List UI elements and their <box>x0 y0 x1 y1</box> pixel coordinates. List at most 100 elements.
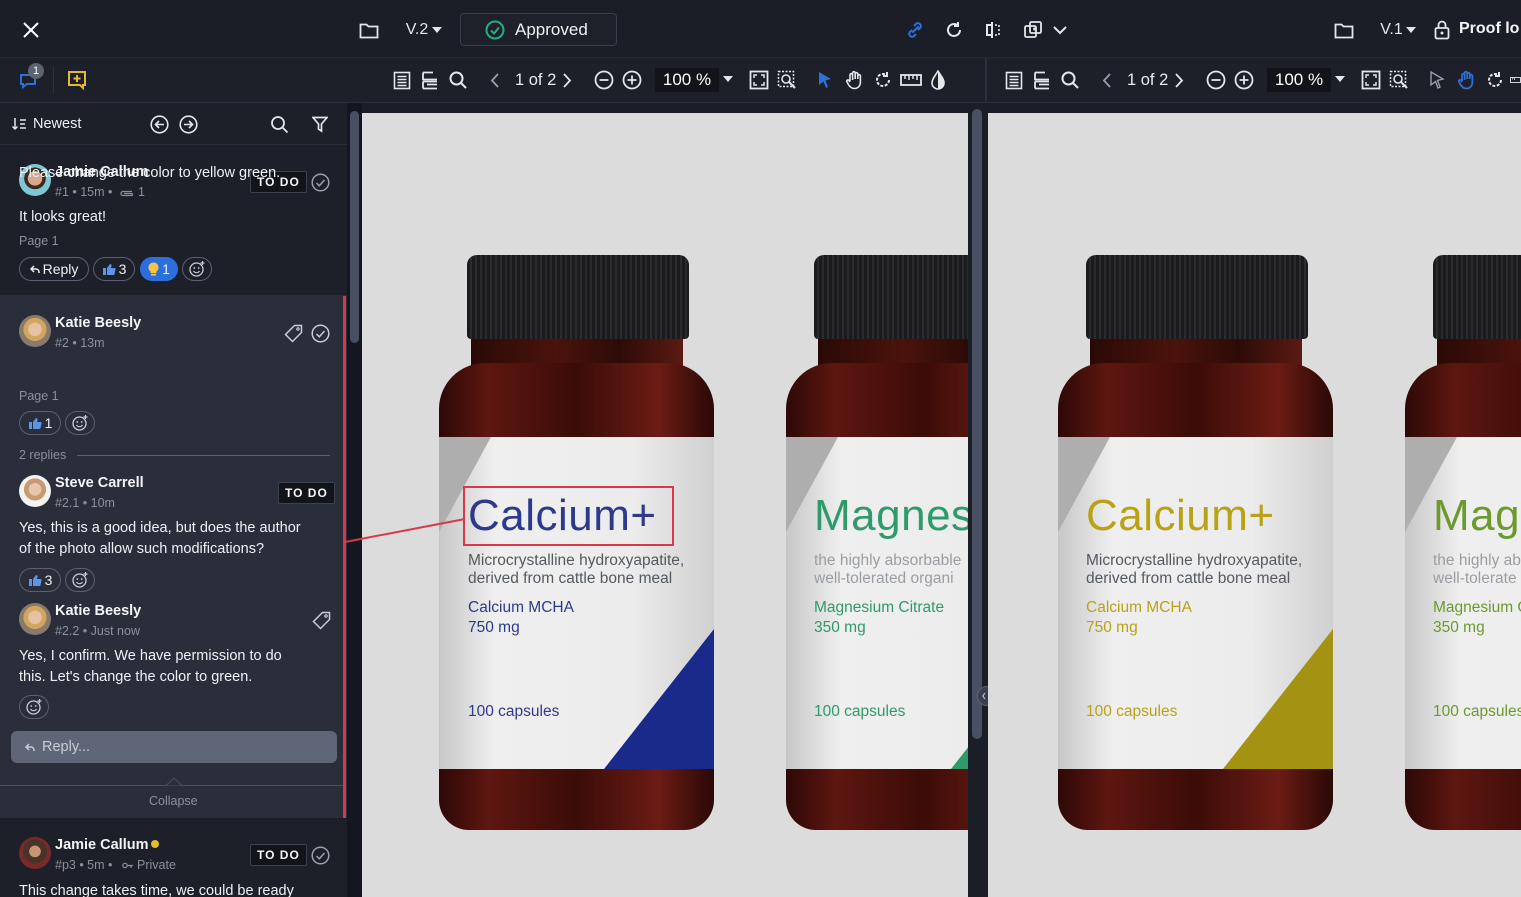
search-comments-button[interactable] <box>269 114 289 134</box>
left-pan-tool[interactable] <box>843 68 867 92</box>
comments-header: Newest <box>0 103 347 145</box>
previous-comment-button[interactable] <box>149 114 169 134</box>
add-comment-button[interactable] <box>64 67 90 93</box>
overlay-compare-icon <box>1024 21 1042 38</box>
right-search-button[interactable] <box>1058 67 1082 93</box>
tag-icon <box>283 324 302 343</box>
magnesium-bottle-image <box>1405 255 1521 830</box>
annotation-rectangle[interactable] <box>463 486 674 546</box>
tag-button[interactable] <box>282 322 304 344</box>
link-button[interactable] <box>903 18 927 42</box>
add-reaction-button[interactable] <box>65 568 95 592</box>
link-icon <box>908 22 922 38</box>
reply-item[interactable]: Katie Beesly #2.2 • Just now Yes, I conf… <box>0 594 347 720</box>
right-thumbnails-button[interactable] <box>1031 67 1053 93</box>
comments-tab[interactable]: 1 <box>14 63 46 94</box>
reaction-thumbs-up[interactable]: 3 <box>19 568 61 592</box>
proof-lock-button[interactable] <box>1432 18 1452 42</box>
refresh-button[interactable] <box>942 18 966 42</box>
status-badge[interactable]: TO DO <box>278 482 335 504</box>
check-circle-icon <box>310 172 330 192</box>
magnesium-bottle-image <box>786 255 968 830</box>
right-document-viewer[interactable]: Calcium+ Microcrystalline hydroxyapatite… <box>988 113 1521 897</box>
right-next-page-button[interactable] <box>1171 69 1187 91</box>
overlay-compare-button[interactable] <box>1021 18 1045 42</box>
left-document-viewer[interactable]: Calcium+ Microcrystalline hydroxyapatite… <box>362 113 968 897</box>
resolve-button[interactable] <box>310 172 330 192</box>
thumbnails-icon <box>422 71 437 89</box>
compare-mode-dropdown[interactable] <box>1050 20 1070 40</box>
left-zoom-input[interactable]: 100 % <box>655 68 719 92</box>
add-reaction-button[interactable] <box>182 257 212 281</box>
left-viewer-scrollbar-thumb[interactable] <box>972 109 982 739</box>
hand-icon <box>1457 70 1474 90</box>
sort-dropdown[interactable]: Newest <box>12 113 81 135</box>
filter-icon <box>312 116 328 133</box>
left-thumbnails-button[interactable] <box>419 67 441 93</box>
reaction-thumbs-up[interactable]: 1 <box>19 411 61 435</box>
right-prev-page-button[interactable] <box>1098 69 1114 91</box>
left-folder-button[interactable] <box>357 18 381 42</box>
right-page-list-button[interactable] <box>1003 67 1025 93</box>
left-zoom-dropdown[interactable] <box>721 72 735 86</box>
right-rotate-tool[interactable] <box>1483 68 1507 92</box>
add-reaction-button[interactable] <box>19 695 49 719</box>
right-zoom-dropdown[interactable] <box>1333 72 1347 86</box>
right-version-dropdown[interactable]: V.1 <box>1378 18 1418 42</box>
right-fit-page-button[interactable] <box>1359 68 1383 92</box>
attachment-count: 1 <box>138 185 145 199</box>
reaction-lightbulb[interactable]: 1 <box>140 257 178 281</box>
reply-item[interactable]: Steve Carrell #2.1 • 10m TO DO Yes, this… <box>0 466 347 594</box>
left-next-page-button[interactable] <box>559 69 575 91</box>
right-zoom-area-button[interactable] <box>1387 68 1411 92</box>
split-divider[interactable] <box>968 103 997 897</box>
right-select-tool[interactable] <box>1426 68 1448 92</box>
approval-status-button[interactable]: Approved <box>460 13 617 46</box>
comment-author: Jamie Callum <box>55 837 149 853</box>
top-bar: V.2 Approved V.1 Proof lo <box>0 0 1521 58</box>
tag-button[interactable] <box>310 609 332 631</box>
left-page-list-button[interactable] <box>391 67 413 93</box>
left-select-tool[interactable] <box>814 68 836 92</box>
right-pan-tool[interactable] <box>1455 68 1479 92</box>
calcium-description-line: derived from cattle bone meal <box>1086 570 1291 587</box>
magnesium-description-line: well-tolerate <box>1433 570 1517 587</box>
left-search-button[interactable] <box>446 67 470 93</box>
resolve-button[interactable] <box>310 323 330 343</box>
close-button[interactable] <box>18 17 44 43</box>
sidebar-scrollbar-thumb[interactable] <box>350 111 359 343</box>
filter-comments-button[interactable] <box>310 114 330 134</box>
compare-split-button[interactable] <box>981 18 1005 42</box>
reply-arrow-icon <box>29 264 40 273</box>
page-list-icon <box>1005 71 1023 89</box>
left-version-dropdown[interactable]: V.2 <box>400 18 448 42</box>
right-measure-tool[interactable] <box>1510 68 1521 92</box>
left-measure-tool[interactable] <box>898 68 924 92</box>
reaction-thumbs-up[interactable]: 3 <box>93 257 135 281</box>
left-rotate-tool[interactable] <box>871 68 895 92</box>
reply-button[interactable]: Reply <box>19 257 89 281</box>
right-zoom-out-button[interactable] <box>1204 68 1228 92</box>
status-badge[interactable]: TO DO <box>250 844 307 866</box>
comment-author: Steve Carrell <box>55 475 144 491</box>
collapse-button[interactable]: Collapse <box>149 794 198 808</box>
calcium-description-line: derived from cattle bone meal <box>468 570 673 587</box>
left-zoom-in-button[interactable] <box>620 68 644 92</box>
left-zoom-out-button[interactable] <box>592 68 616 92</box>
left-zoom-area-button[interactable] <box>775 68 799 92</box>
right-folder-button[interactable] <box>1332 18 1356 42</box>
hand-icon <box>845 70 862 90</box>
left-prev-page-button[interactable] <box>486 69 502 91</box>
left-color-tool[interactable] <box>927 68 949 92</box>
next-comment-button[interactable] <box>178 114 198 134</box>
add-reaction-button[interactable] <box>65 411 95 435</box>
comment-item[interactable]: Jamie Callum #p3 • 5m • Private TO DO Th… <box>0 818 347 897</box>
reply-input[interactable]: Reply... <box>11 731 337 763</box>
comment-item[interactable]: Katie Beesly #2 • 13m Please change the … <box>0 165 347 466</box>
search-icon <box>449 71 467 89</box>
right-zoom-input[interactable]: 100 % <box>1267 68 1331 92</box>
right-zoom-in-button[interactable] <box>1232 68 1256 92</box>
left-fit-page-button[interactable] <box>747 68 771 92</box>
replies-count[interactable]: 2 replies <box>19 448 66 462</box>
resolve-button[interactable] <box>310 845 330 865</box>
